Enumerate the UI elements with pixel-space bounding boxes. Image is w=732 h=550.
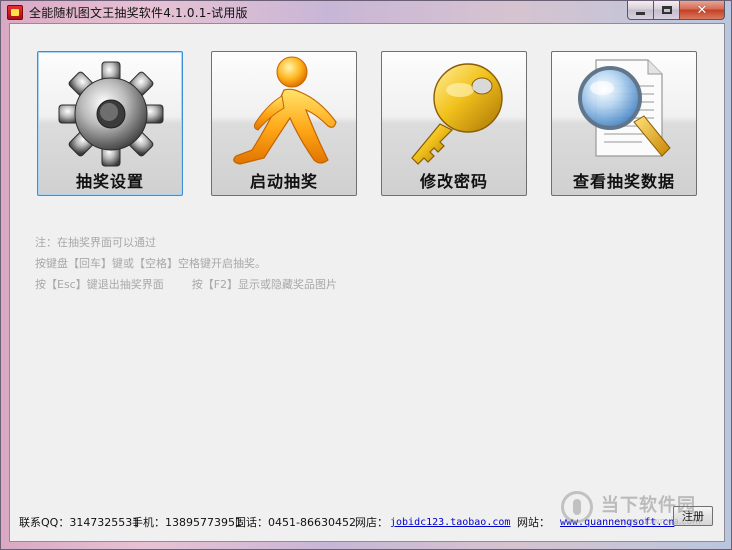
minimize-icon [636,11,645,15]
hint-notes: 注：在抽奖界面可以通过 按键盘【回车】键或【空格】空格键开启抽奖。 按【Esc】… [35,232,337,295]
close-icon: ✕ [696,2,708,18]
contact-mobile: 手机：13895773951 [132,516,242,529]
change-password-button[interactable]: 修改密码 [381,51,527,196]
window-title: 全能随机图文王抽奖软件4.1.0.1-试用版 [29,6,248,20]
hint-line: 注：在抽奖界面可以通过 [35,236,156,249]
app-logo-icon [7,5,23,20]
key-icon [411,63,503,165]
lottery-settings-button[interactable]: 抽奖设置 [37,51,183,196]
gear-icon [58,61,164,167]
hint-line: 按键盘【回车】键或【空格】空格键开启抽奖。 [35,257,266,270]
shop-label: 网店： [355,516,388,529]
close-button[interactable]: ✕ [680,1,725,20]
register-button[interactable]: 注册 [673,506,713,526]
maximize-icon [661,6,672,14]
tile-label: 启动抽奖 [249,172,318,191]
tile-label: 修改密码 [419,172,488,191]
view-lottery-data-button[interactable]: 查看抽奖数据 [551,51,697,196]
running-man-icon [233,56,337,165]
site-label: 网站： [517,516,550,529]
site-link[interactable]: www.quannengsoft.cn [560,517,674,528]
tile-label: 抽奖设置 [75,172,144,191]
magnifier-document-icon [578,59,671,157]
shop-link[interactable]: jobidc123.taobao.com [390,517,510,528]
contact-qq: 联系QQ：3147325531 [19,516,140,529]
minimize-button[interactable] [627,1,654,20]
title-bar[interactable]: 全能随机图文王抽奖软件4.1.0.1-试用版 ✕ [1,1,731,23]
window-controls: ✕ [627,1,725,20]
maximize-button[interactable] [654,1,680,20]
tile-label: 查看抽奖数据 [572,172,675,191]
contact-footer: 联系QQ：3147325531 手机：13895773951 固话：0451-8… [19,514,719,530]
start-lottery-button[interactable]: 启动抽奖 [211,51,357,196]
contact-phone: 固话：0451-86630452 [235,516,356,529]
main-panel: 抽奖设置 启动抽奖 修改密码 查看抽奖数据 注：在抽奖界面可以通过 按键盘【回车… [9,23,725,542]
app-window: 全能随机图文王抽奖软件4.1.0.1-试用版 ✕ 抽奖设置 启动抽奖 修改密码 … [0,0,732,550]
hint-line: 按【Esc】键退出抽奖界面 按【F2】显示或隐藏奖品图片 [35,278,338,291]
